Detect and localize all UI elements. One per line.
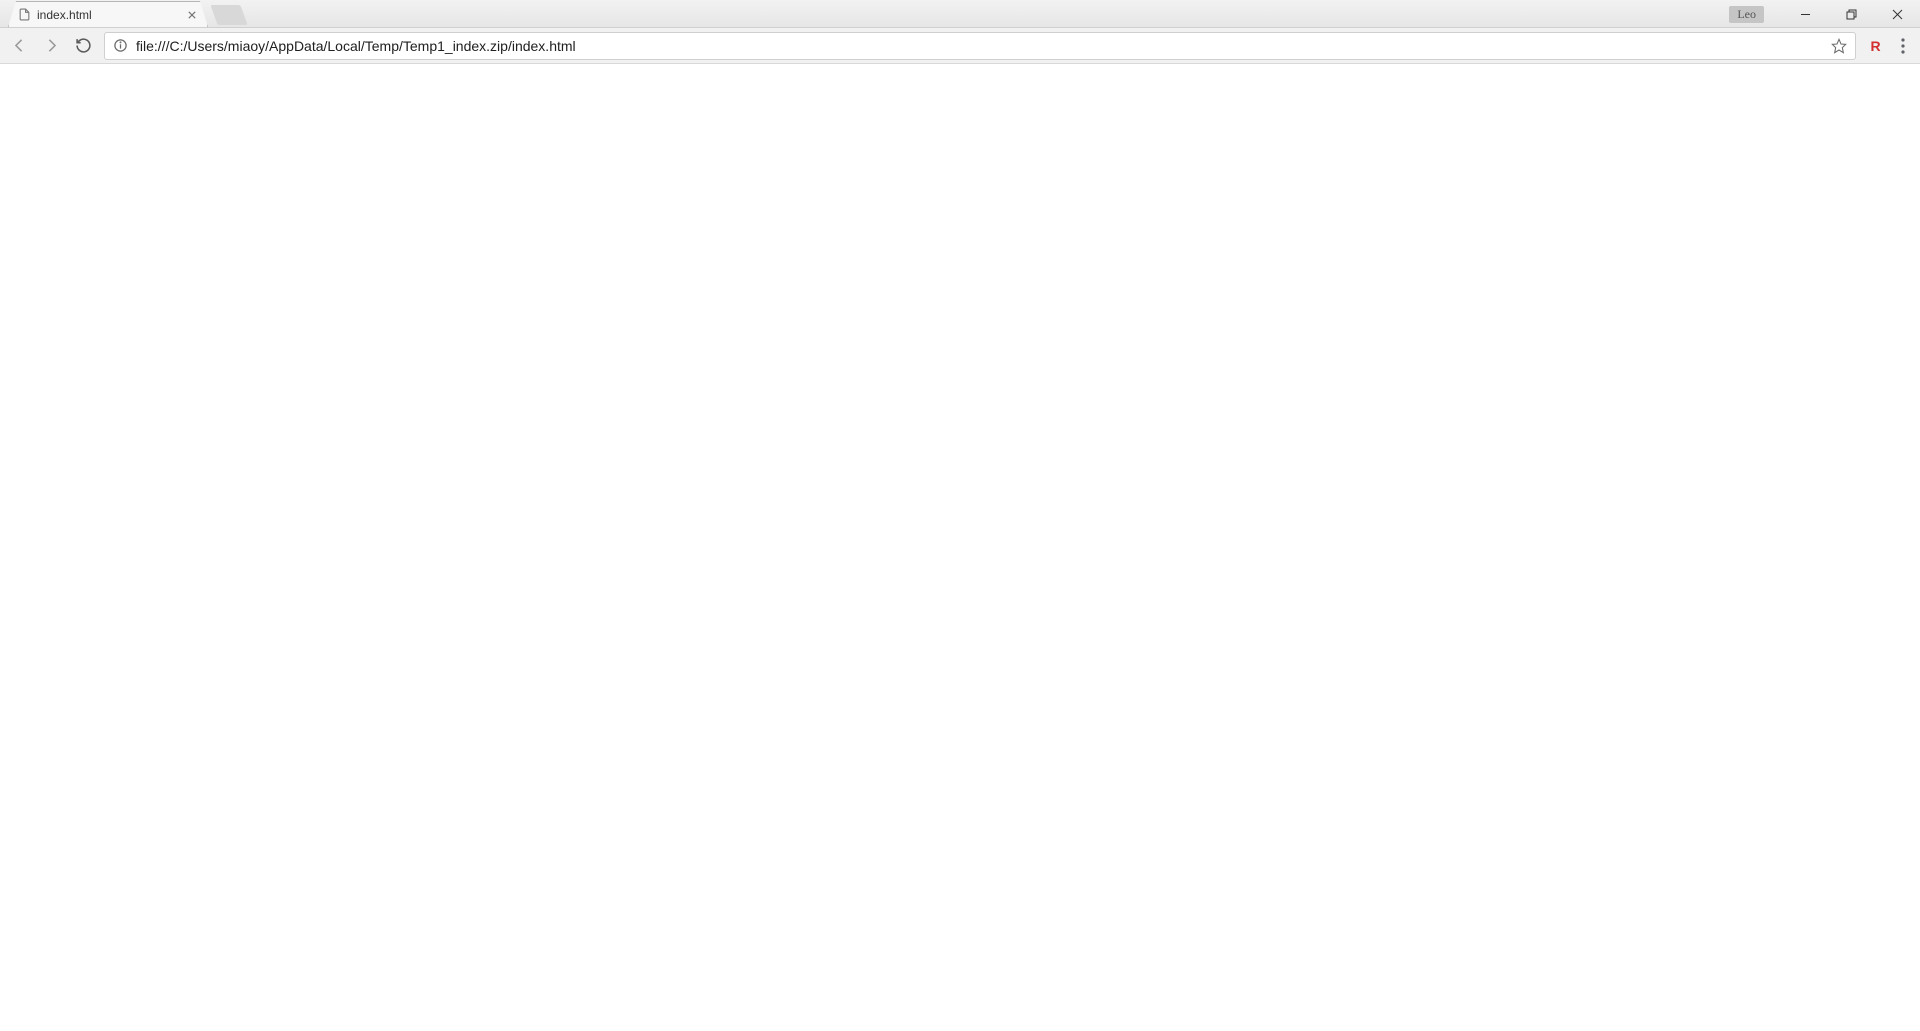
back-button[interactable] [8, 35, 30, 57]
page-content [0, 64, 1920, 1031]
extension-icon[interactable]: R [1866, 37, 1884, 55]
tab-strip: index.html Leo [0, 0, 1920, 28]
browser-window: index.html Leo [0, 0, 1920, 1031]
user-profile-badge[interactable]: Leo [1729, 6, 1764, 23]
site-info-icon[interactable] [113, 38, 128, 53]
file-icon [17, 8, 31, 22]
chrome-menu-button[interactable] [1894, 37, 1912, 55]
reload-button[interactable] [72, 35, 94, 57]
close-window-button[interactable] [1874, 0, 1920, 28]
tab-title: index.html [37, 8, 179, 22]
toolbar: file:///C:/Users/miaoy/AppData/Local/Tem… [0, 28, 1920, 64]
window-controls: Leo [1729, 0, 1920, 28]
url-text: file:///C:/Users/miaoy/AppData/Local/Tem… [136, 38, 1823, 54]
forward-button[interactable] [40, 35, 62, 57]
minimize-button[interactable] [1782, 0, 1828, 28]
new-tab-button[interactable] [210, 5, 247, 25]
close-tab-button[interactable] [185, 8, 199, 22]
address-bar[interactable]: file:///C:/Users/miaoy/AppData/Local/Tem… [104, 32, 1856, 60]
maximize-button[interactable] [1828, 0, 1874, 28]
browser-tab[interactable]: index.html [8, 1, 208, 27]
bookmark-star-icon[interactable] [1831, 38, 1847, 54]
